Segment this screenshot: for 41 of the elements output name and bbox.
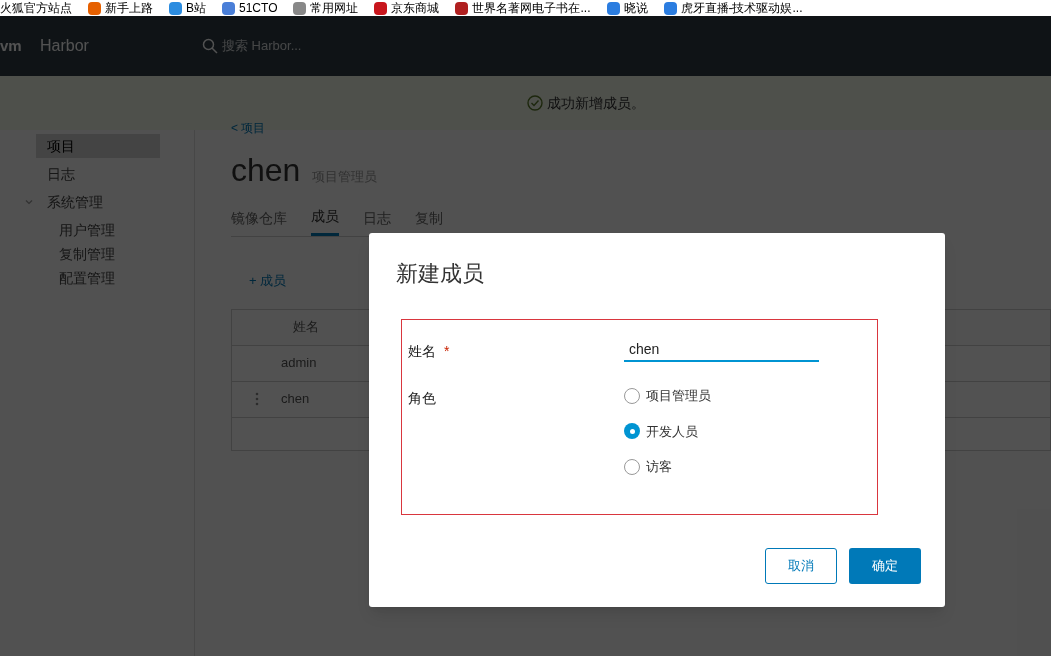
tab[interactable]: 成员 — [311, 206, 339, 236]
bookmark-icon — [663, 1, 677, 15]
sidebar-item[interactable]: 日志 — [36, 162, 160, 186]
bookmark-icon — [374, 1, 388, 15]
field-label: 角色 — [408, 389, 437, 408]
bookmark-link[interactable]: 51CTO — [239, 2, 278, 14]
bookmark-icon — [606, 1, 620, 15]
chevron-icon[interactable] — [24, 197, 34, 207]
add-member-button[interactable]: + 成员 — [249, 271, 287, 291]
bookmark-link[interactable]: 新手上路 — [105, 2, 153, 14]
more-icon[interactable] — [254, 392, 259, 406]
bookmark-icon — [455, 1, 469, 15]
bookmark-icon — [293, 1, 307, 15]
field-label: 姓名 — [408, 342, 436, 361]
cancel-button[interactable]: 取消 — [765, 548, 837, 584]
bookmark-link[interactable]: 常用网址 — [310, 2, 359, 14]
bookmark-link[interactable]: 虎牙直播-技术驱动娱... — [680, 2, 803, 14]
project-name: chen — [231, 154, 301, 186]
sidebar-item[interactable]: 项目 — [36, 134, 160, 158]
bookmark-link[interactable]: B站 — [186, 2, 206, 14]
radio-button[interactable] — [624, 458, 640, 475]
dialog-title: 新建成员 — [396, 260, 484, 288]
check-circle-icon — [526, 95, 543, 111]
bookmark-link[interactable]: 世界名著网电子书在... — [472, 2, 591, 14]
radio-label: 访客 — [646, 458, 672, 476]
search-icon — [202, 38, 218, 54]
radio-button[interactable] — [624, 423, 640, 440]
name-input[interactable]: chen — [624, 338, 819, 362]
radio-label: 开发人员 — [646, 422, 698, 441]
radio-button[interactable] — [624, 387, 640, 404]
required-mark: * — [444, 342, 450, 361]
radio-label: 项目管理员 — [646, 387, 711, 405]
bookmark-link[interactable]: 晓说 — [623, 2, 648, 14]
bookmark-icon — [88, 1, 101, 15]
logo: vm — [0, 35, 23, 56]
app-title: Harbor — [40, 36, 90, 56]
bookmark-icon — [169, 1, 182, 15]
bookmark-icon — [222, 1, 235, 15]
bookmark-link[interactable]: 火狐官方站点 — [0, 2, 72, 14]
bookmark-link[interactable]: 京东商城 — [391, 2, 440, 14]
confirm-button[interactable]: 确定 — [849, 548, 921, 584]
